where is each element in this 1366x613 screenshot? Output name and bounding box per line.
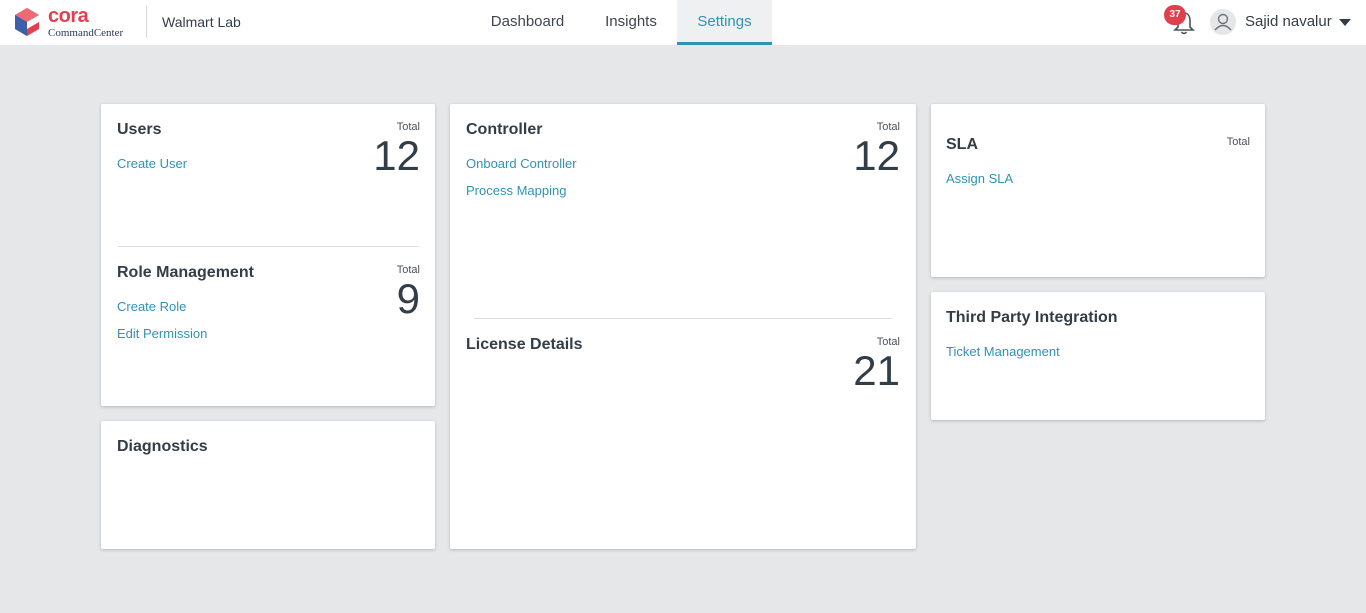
license-details-title: License Details <box>466 336 583 353</box>
section-divider <box>118 246 419 247</box>
roles-total-value: 9 <box>396 275 420 322</box>
tab-insights[interactable]: Insights <box>591 0 671 45</box>
controller-license-card: Controller Total 12 Onboard Controller P… <box>450 104 916 549</box>
user-icon <box>1214 13 1232 31</box>
edit-permission-link[interactable]: Edit Permission <box>117 326 207 341</box>
third-party-title: Third Party Integration <box>946 309 1118 326</box>
top-navigation-bar: cora CommandCenter Walmart Lab Dashboard… <box>0 0 1366 45</box>
cora-logo-icon <box>15 8 39 36</box>
section-divider <box>474 318 892 319</box>
cora-logo[interactable]: cora CommandCenter <box>14 6 138 40</box>
user-name[interactable]: Sajid navalur <box>1245 13 1332 30</box>
ticket-management-link[interactable]: Ticket Management <box>946 344 1060 359</box>
diagnostics-card[interactable]: Diagnostics <box>101 421 435 549</box>
users-roles-card: Users Total 12 Create User Role Manageme… <box>101 104 435 406</box>
tenant-name: Walmart Lab <box>162 14 241 30</box>
controller-title: Controller <box>466 121 543 138</box>
chevron-down-icon[interactable] <box>1339 19 1351 26</box>
logo-subtitle: CommandCenter <box>48 27 124 39</box>
sla-total-label: Total <box>1226 136 1250 148</box>
sla-title: SLA <box>946 136 978 153</box>
tab-settings[interactable]: Settings <box>677 0 772 45</box>
diagnostics-title: Diagnostics <box>117 438 208 455</box>
license-total-value: 21 <box>853 347 900 394</box>
third-party-integration-card: Third Party Integration Ticket Managemen… <box>931 292 1265 420</box>
assign-sla-link[interactable]: Assign SLA <box>946 171 1013 186</box>
users-title: Users <box>117 121 162 138</box>
role-management-title: Role Management <box>117 264 254 281</box>
controller-total-value: 12 <box>853 132 900 179</box>
notification-badge: 37 <box>1164 5 1186 25</box>
header-divider <box>146 6 147 38</box>
tab-dashboard[interactable]: Dashboard <box>478 0 577 45</box>
users-total-value: 12 <box>373 132 420 179</box>
user-avatar[interactable] <box>1210 9 1236 35</box>
logo-wordmark: cora <box>48 5 89 27</box>
process-mapping-link[interactable]: Process Mapping <box>466 183 566 198</box>
create-role-link[interactable]: Create Role <box>117 299 186 314</box>
create-user-link[interactable]: Create User <box>117 156 187 171</box>
sla-card: SLA Total Assign SLA <box>931 104 1265 277</box>
onboard-controller-link[interactable]: Onboard Controller <box>466 156 577 171</box>
